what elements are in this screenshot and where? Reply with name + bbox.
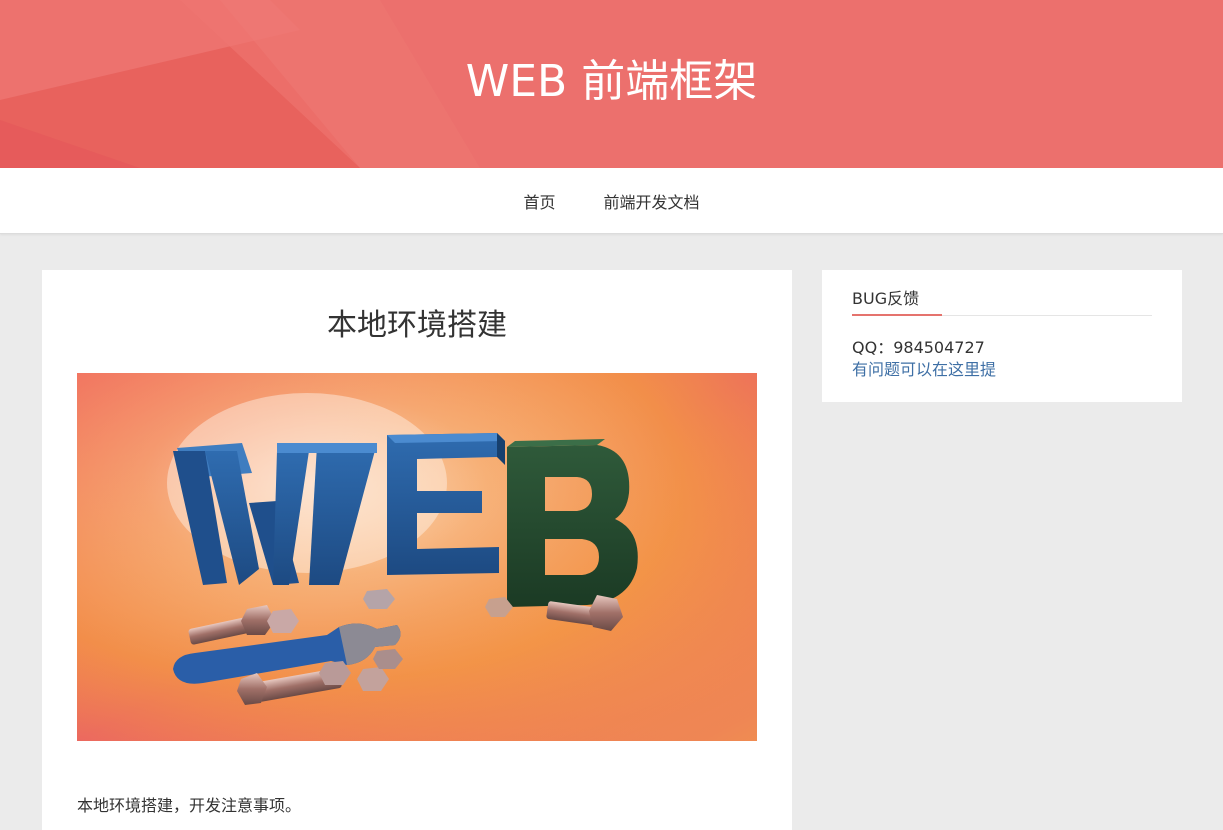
site-title[interactable]: WEB 前端框架 <box>0 50 1223 114</box>
qq-label: QQ： <box>852 338 894 357</box>
nav-item-home[interactable]: 首页 <box>523 189 555 213</box>
post-featured-image[interactable] <box>77 373 757 741</box>
post-card: 本地环境搭建 本地环境搭建，开发注意事项。 <box>42 270 792 830</box>
site-header-banner: WEB 前端框架 <box>0 0 1223 168</box>
qq-contact: QQ：984504727 <box>852 337 985 359</box>
letter-b-shape <box>507 439 638 607</box>
web-tools-illustration <box>77 373 757 741</box>
widget-title: BUG反馈 <box>852 289 920 308</box>
post-excerpt: 本地环境搭建，开发注意事项。 <box>77 796 302 815</box>
nav-item-frontend-docs[interactable]: 前端开发文档 <box>604 189 700 213</box>
bug-feedback-widget: BUG反馈 QQ：984504727 有问题可以在这里提 <box>822 270 1182 402</box>
main-navigation: 首页 前端开发文档 <box>0 168 1223 234</box>
feedback-link[interactable]: 有问题可以在这里提 <box>852 359 996 381</box>
post-title[interactable]: 本地环境搭建 <box>42 304 792 348</box>
widget-divider-accent <box>852 314 942 316</box>
qq-number: 984504727 <box>893 338 985 357</box>
